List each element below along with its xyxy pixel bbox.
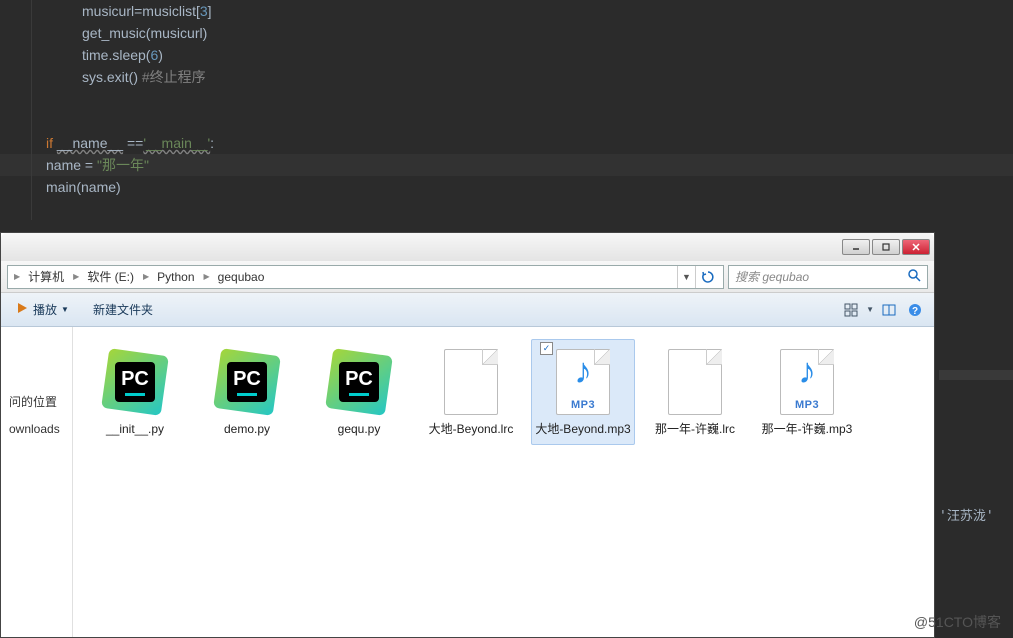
- file-item[interactable]: 那一年-许巍.lrc: [643, 339, 747, 445]
- sidebar-item-recent[interactable]: 问的位置: [7, 387, 66, 416]
- file-label: gequ.py: [338, 422, 381, 438]
- maximize-button[interactable]: [872, 239, 900, 255]
- code-line-cursor: name = "那一年": [0, 154, 1013, 176]
- addressbar: ▶ 计算机 ▶ 软件 (E:) ▶ Python ▶ gequbao ▼ 搜索 …: [1, 261, 934, 293]
- refresh-button[interactable]: [695, 266, 719, 288]
- play-button[interactable]: 播放 ▼: [9, 297, 75, 322]
- code-line: get_music(musicurl): [82, 22, 1013, 44]
- file-item[interactable]: ♪MP3 那一年-许巍.mp3: [755, 339, 859, 445]
- console-output: '汪苏泷': [939, 505, 1013, 527]
- code-line: time.sleep(6): [82, 44, 1013, 66]
- file-icon: PC: [323, 346, 395, 418]
- chevron-down-icon[interactable]: ▼: [866, 305, 874, 314]
- breadcrumb-dropdown[interactable]: ▼: [677, 266, 695, 288]
- file-label: 大地-Beyond.lrc: [429, 422, 514, 438]
- file-item[interactable]: PC gequ.py: [307, 339, 411, 445]
- crumb-drive[interactable]: 软件 (E:): [81, 268, 141, 285]
- close-button[interactable]: [902, 239, 930, 255]
- file-label: 大地-Beyond.mp3: [535, 422, 630, 438]
- file-grid: PC __init__.py PC demo.py PC gequ.py 大地-Beyond…: [73, 327, 934, 637]
- minimize-button[interactable]: [842, 239, 870, 255]
- file-icon: [659, 346, 731, 418]
- chevron-right-icon: ▶: [202, 272, 212, 281]
- sidebar: 问的位置 ownloads: [1, 327, 73, 637]
- chevron-right-icon: ▶: [141, 272, 151, 281]
- file-label: 那一年-许巍.mp3: [762, 422, 853, 438]
- crumb-gequbao[interactable]: gequbao: [212, 270, 272, 284]
- file-icon: [435, 346, 507, 418]
- view-options-button[interactable]: [840, 299, 862, 321]
- file-label: demo.py: [224, 422, 270, 438]
- explorer-window: ▶ 计算机 ▶ 软件 (E:) ▶ Python ▶ gequbao ▼ 搜索 …: [0, 232, 935, 638]
- file-icon: ♪MP3: [547, 346, 619, 418]
- code-line: if __name__ =='__main__':: [46, 132, 1013, 154]
- crumb-computer[interactable]: 计算机: [22, 268, 71, 285]
- file-item[interactable]: ✓♪MP3 大地-Beyond.mp3: [531, 339, 635, 445]
- file-checkbox[interactable]: ✓: [540, 342, 553, 355]
- file-label: 那一年-许巍.lrc: [655, 422, 735, 438]
- file-icon: PC: [99, 346, 171, 418]
- minimap-indicator: [939, 370, 1013, 380]
- code-line: [82, 110, 1013, 132]
- play-icon: [15, 301, 29, 318]
- code-line: main(name): [46, 176, 1013, 198]
- file-item[interactable]: 大地-Beyond.lrc: [419, 339, 523, 445]
- code-line: sys.exit() #终止程序: [82, 66, 1013, 88]
- file-label: __init__.py: [106, 422, 164, 438]
- titlebar: [1, 233, 934, 261]
- chevron-right-icon: ▶: [71, 272, 81, 281]
- file-icon: ♪MP3: [771, 346, 843, 418]
- preview-pane-button[interactable]: [878, 299, 900, 321]
- watermark: @51CTO博客: [914, 612, 1001, 632]
- file-icon: PC: [211, 346, 283, 418]
- breadcrumb[interactable]: ▶ 计算机 ▶ 软件 (E:) ▶ Python ▶ gequbao ▼: [7, 265, 724, 289]
- search-placeholder: 搜索 gequbao: [735, 268, 809, 285]
- crumb-python[interactable]: Python: [151, 270, 201, 284]
- svg-text:?: ?: [912, 306, 918, 317]
- search-icon: [907, 268, 921, 285]
- play-label: 播放: [33, 301, 57, 318]
- file-item[interactable]: PC __init__.py: [83, 339, 187, 445]
- code-gutter: [0, 0, 32, 220]
- search-input[interactable]: 搜索 gequbao: [728, 265, 928, 289]
- chevron-down-icon: ▼: [61, 305, 69, 314]
- file-item[interactable]: PC demo.py: [195, 339, 299, 445]
- help-button[interactable]: ?: [904, 299, 926, 321]
- newfolder-button[interactable]: 新建文件夹: [87, 297, 159, 322]
- sidebar-item-downloads[interactable]: ownloads: [7, 416, 66, 442]
- code-line: [82, 88, 1013, 110]
- code-line: musicurl=musiclist[3]: [82, 0, 1013, 22]
- toolbar: 播放 ▼ 新建文件夹 ▼ ?: [1, 293, 934, 327]
- chevron-right-icon: ▶: [12, 272, 22, 281]
